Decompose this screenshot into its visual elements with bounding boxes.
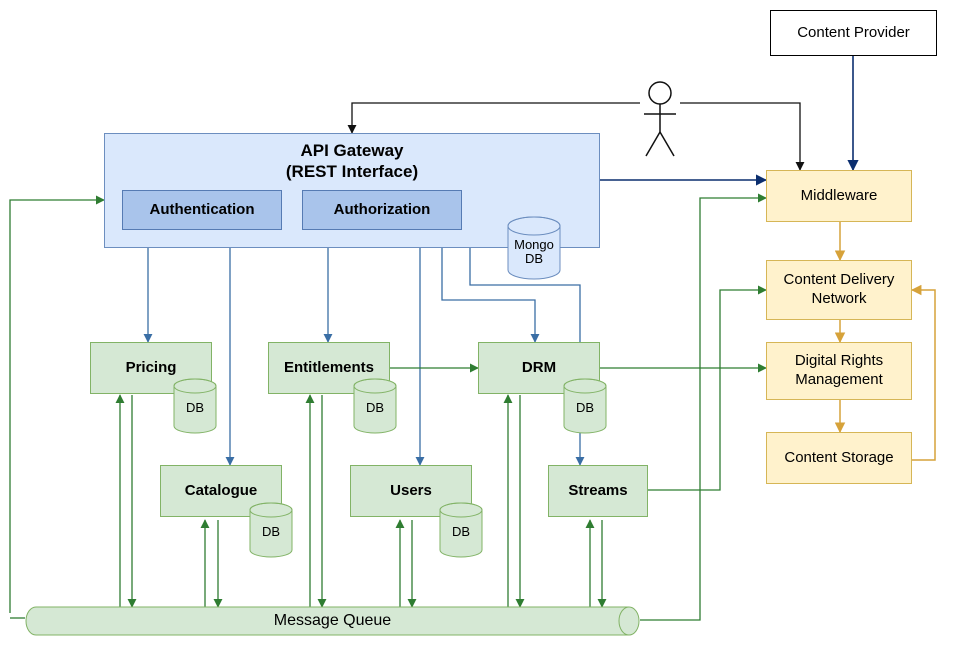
cdn-box: Content Delivery Network: [766, 260, 912, 320]
content-storage-box: Content Storage: [766, 432, 912, 484]
authorization-label: Authorization: [334, 201, 431, 220]
cdn-label: Content Delivery Network: [784, 271, 895, 309]
streams-box: Streams: [548, 465, 648, 517]
message-queue: Message Queue: [25, 606, 640, 636]
entitlements-db-label: DB: [352, 401, 398, 415]
drm-ext-box: Digital Rights Management: [766, 342, 912, 400]
mongo-db-icon: Mongo DB: [506, 216, 562, 280]
authentication-box: Authentication: [122, 190, 282, 230]
authentication-label: Authentication: [150, 201, 255, 220]
mongo-db-label: Mongo DB: [506, 238, 562, 267]
pricing-label: Pricing: [126, 359, 177, 378]
users-db-label: DB: [438, 525, 484, 539]
user-actor-icon: [640, 80, 680, 158]
catalogue-db-label: DB: [248, 525, 294, 539]
middleware-box: Middleware: [766, 170, 912, 222]
catalogue-db-icon: DB: [248, 502, 294, 558]
pricing-db-label: DB: [172, 401, 218, 415]
pricing-db-icon: DB: [172, 378, 218, 434]
catalogue-label: Catalogue: [185, 482, 258, 501]
streams-label: Streams: [568, 482, 627, 501]
connectors: [0, 0, 953, 663]
users-db-icon: DB: [438, 502, 484, 558]
drm-label: DRM: [522, 359, 556, 378]
diagram-canvas: Content Provider API Gateway (REST Inter…: [0, 0, 953, 663]
middleware-label: Middleware: [801, 187, 878, 206]
entitlements-label: Entitlements: [284, 359, 374, 378]
api-gateway-title: API Gateway (REST Interface): [286, 140, 418, 183]
message-queue-label: Message Queue: [274, 612, 391, 630]
content-storage-label: Content Storage: [784, 449, 893, 468]
users-label: Users: [390, 482, 432, 501]
drm-ext-label: Digital Rights Management: [795, 352, 883, 390]
content-provider-box: Content Provider: [770, 10, 937, 56]
content-provider-label: Content Provider: [797, 24, 910, 43]
drm-db-label: DB: [562, 401, 608, 415]
entitlements-db-icon: DB: [352, 378, 398, 434]
authorization-box: Authorization: [302, 190, 462, 230]
drm-db-icon: DB: [562, 378, 608, 434]
